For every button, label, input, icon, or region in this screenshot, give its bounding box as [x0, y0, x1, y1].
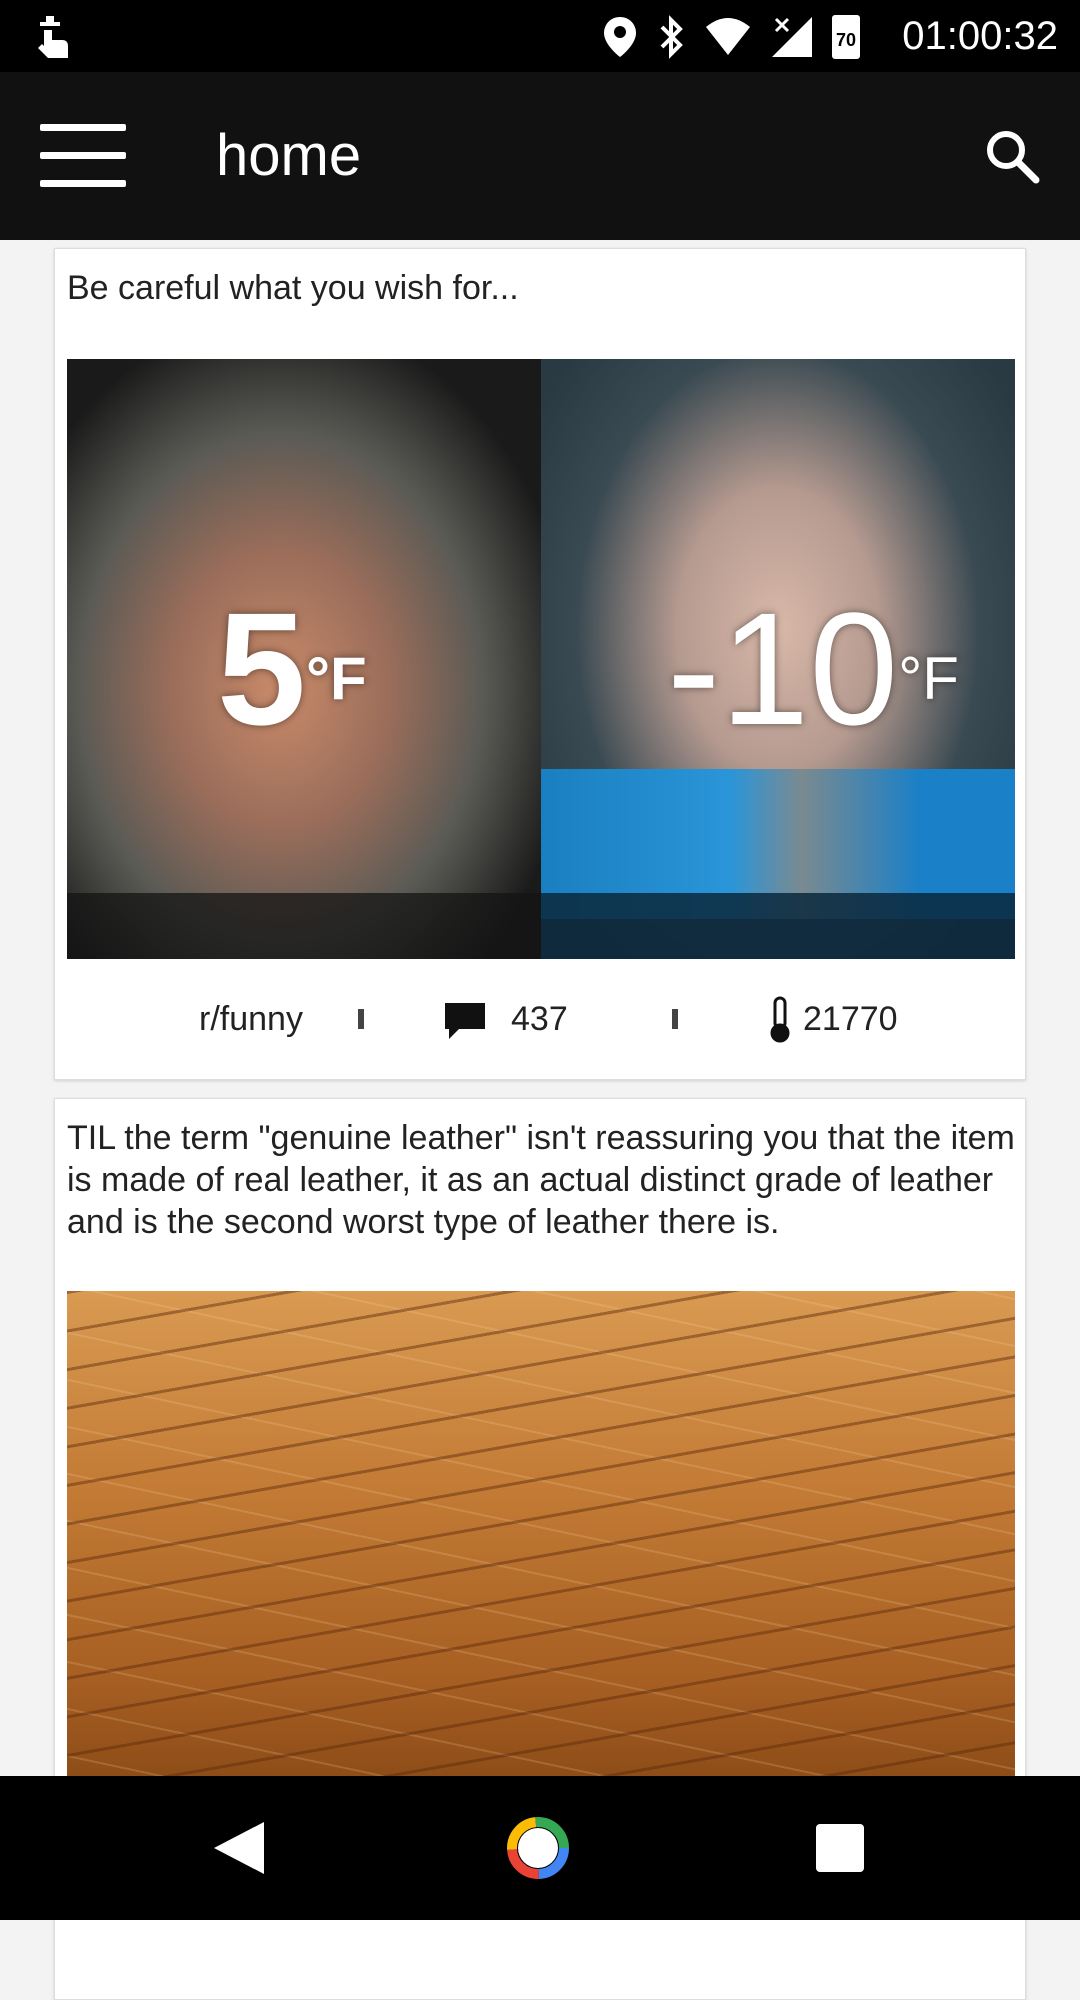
post-title[interactable]: Be careful what you wish for... — [67, 267, 1015, 309]
post-image[interactable] — [67, 1291, 1015, 1851]
status-bar: 70 01:00:32 — [0, 0, 1080, 72]
subreddit-link[interactable]: r/funny — [199, 999, 303, 1039]
score-value: 21770 — [803, 1000, 898, 1038]
home-icon[interactable] — [506, 1816, 570, 1880]
search-icon[interactable] — [982, 126, 1042, 186]
post-title[interactable]: TIL the term "genuine leather" isn't rea… — [67, 1117, 1015, 1243]
comment-count[interactable]: 437 — [511, 999, 568, 1039]
comment-icon[interactable] — [443, 1001, 487, 1041]
battery-level: 70 — [835, 30, 857, 50]
app-bar: home — [0, 72, 1080, 240]
meta-divider — [358, 1009, 364, 1029]
thermometer-icon — [770, 996, 790, 1043]
status-time: 01:00:32 — [902, 14, 1058, 58]
post-meta: r/funny 437 21770 — [55, 989, 1025, 1049]
wifi-icon — [706, 18, 750, 55]
meme-temp-left-value: 5 — [217, 579, 306, 758]
page-title: home — [216, 123, 362, 188]
navigation-bar — [0, 1776, 1080, 1920]
post-card[interactable]: Be careful what you wish for... 5°F -10°… — [54, 248, 1026, 1080]
post-image[interactable]: 5°F -10°F — [67, 359, 1015, 959]
location-icon — [604, 17, 636, 57]
hamburger-menu-icon[interactable] — [40, 124, 126, 188]
meme-caption-right — [541, 893, 1015, 959]
meme-caption-left — [67, 893, 541, 959]
meta-divider — [672, 1009, 678, 1029]
leather-image — [67, 1291, 1015, 1851]
meme-temp-left: 5°F — [217, 589, 367, 749]
bluetooth-icon — [660, 15, 683, 59]
battery-icon: 70 — [832, 15, 860, 59]
meme-temp-right-unit: °F — [898, 645, 959, 712]
meme-temp-right: -10°F — [667, 589, 959, 749]
meme-temp-right-value: -10 — [667, 579, 899, 758]
meme-temp-left-unit: °F — [305, 645, 367, 712]
no-signal-icon — [772, 17, 812, 57]
back-icon[interactable] — [210, 1818, 270, 1878]
touch-icon — [38, 16, 68, 58]
recents-icon[interactable] — [816, 1824, 864, 1872]
